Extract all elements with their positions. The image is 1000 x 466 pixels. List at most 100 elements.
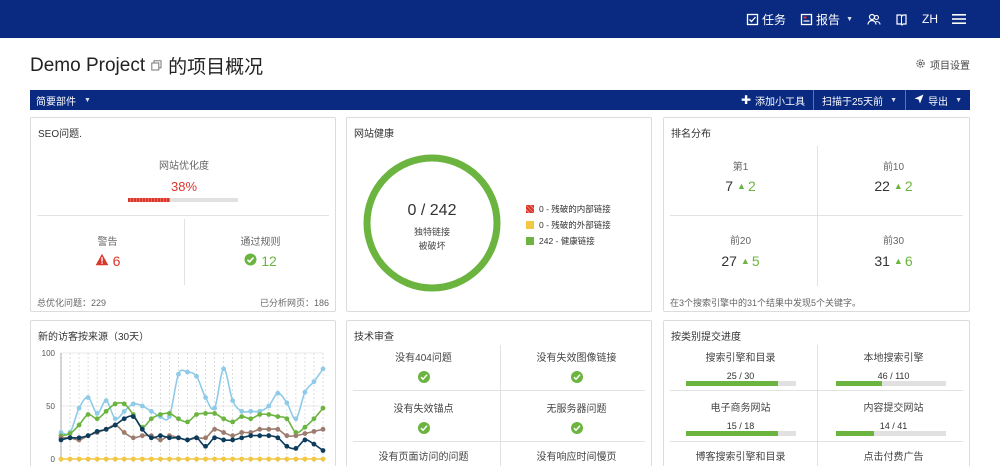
divider (353, 441, 645, 442)
scan-dropdown[interactable]: 扫描于25天前 ▼ (813, 90, 905, 110)
data-point (302, 456, 308, 462)
data-point (94, 416, 100, 422)
legend-label: 0 - 残破的内部链接 (539, 204, 611, 214)
nav-menu[interactable] (952, 13, 966, 25)
submission-label: 搜索引擎和目录 (705, 353, 776, 364)
add-widget-label: 添加小工具 (755, 96, 805, 108)
rank-top10-change: ▲ 2 (894, 178, 913, 194)
data-point (320, 405, 326, 411)
check-circle-icon (570, 422, 583, 434)
y-tick-label: 50 (46, 402, 55, 411)
submission-blog-search[interactable]: 博客搜索引擎和目录 (664, 448, 817, 463)
data-point (221, 437, 227, 443)
page-title: Demo Project 的项目概况 (30, 52, 263, 79)
rank-top1[interactable]: 7 ▲ 2 (664, 178, 817, 194)
data-point (248, 456, 254, 462)
data-point (157, 437, 163, 443)
tech-check-label: 没有响应时间慢页 (536, 452, 617, 463)
submission-card-title: 按类别提交进度 (671, 332, 741, 343)
rank-top30-value: 31 (874, 253, 890, 269)
data-point (76, 435, 82, 441)
data-point (194, 456, 199, 462)
tasks-icon (746, 13, 759, 26)
copy-icon[interactable] (151, 60, 162, 71)
widgets-dropdown[interactable]: 简要部件 ▼ (36, 90, 91, 110)
submission-ppc[interactable]: 点击付费广告 (817, 448, 970, 463)
submission-local-search[interactable]: 本地搜索引擎 46 / 110 (817, 349, 970, 381)
data-point (266, 426, 272, 432)
nav-tasks[interactable]: 任务 (746, 11, 786, 28)
nav-help[interactable] (895, 13, 908, 26)
submission-search-engines[interactable]: 搜索引擎和目录 25 / 30 (664, 349, 817, 381)
check-circle-icon (417, 371, 430, 383)
submission-progress-text: 25 / 30 (726, 371, 755, 381)
top-navigation-bar: 任务 报告 ▼ ZH (0, 0, 1000, 38)
nav-users[interactable] (867, 13, 881, 26)
data-point (203, 395, 208, 400)
data-point (103, 398, 109, 404)
data-point (284, 456, 290, 462)
optimization-progress-bar (128, 198, 238, 202)
rank-top10[interactable]: 22 ▲ 2 (817, 178, 970, 194)
data-point (76, 422, 82, 428)
tech-check-broken-images[interactable]: 没有失效图像链接 (500, 349, 653, 384)
data-point (311, 456, 317, 462)
data-point (167, 456, 172, 462)
divider (37, 215, 329, 216)
chevron-down-icon: ▼ (890, 96, 898, 104)
add-widget-button[interactable]: ✚ 添加小工具 (733, 90, 813, 110)
data-point (293, 433, 299, 439)
data-point (248, 433, 254, 439)
submission-progress-bar (686, 381, 796, 386)
health-donut-ring (363, 154, 501, 292)
submission-ecommerce[interactable]: 电子商务网站 15 / 18 (664, 399, 817, 431)
nav-reports[interactable]: 报告 ▼ (800, 11, 853, 28)
rank-top30[interactable]: 31 ▲ 6 (817, 253, 970, 269)
check-circle-icon (417, 422, 430, 434)
data-point (85, 412, 91, 417)
data-point (203, 411, 208, 416)
data-point (139, 403, 145, 409)
tech-check-page-access[interactable]: 没有页面访问的问题 (347, 448, 500, 463)
submission-progress-fill (686, 431, 778, 436)
submission-label: 内容提交网站 (863, 403, 924, 414)
data-point (121, 408, 127, 414)
submission-progress-fill (836, 381, 882, 386)
tech-check-broken-anchors[interactable]: 没有失效锚点 (347, 400, 500, 435)
legend-broken-external: 0 - 残破的外部链接 (526, 219, 611, 231)
submission-label: 点击付费广告 (863, 452, 924, 463)
passed-rules-stat[interactable]: 12 (184, 253, 337, 269)
data-point (139, 456, 145, 462)
total-issues-value: 229 (91, 298, 107, 308)
data-point (257, 412, 263, 417)
data-point (194, 373, 199, 379)
rank-change-value: 6 (904, 253, 913, 269)
tech-check-slow-pages[interactable]: 没有响应时间慢页 (500, 448, 653, 463)
nav-language[interactable]: ZH (922, 12, 938, 26)
data-point (203, 456, 208, 462)
project-settings-label: 项目设置 (930, 61, 970, 72)
rank-top30-label: 前30 (882, 236, 905, 247)
submission-content-sites[interactable]: 内容提交网站 14 / 41 (817, 399, 970, 431)
total-issues-label: 总优化问题： (37, 298, 92, 308)
warnings-stat[interactable]: 6 (31, 253, 184, 269)
data-point (185, 419, 190, 425)
submission-progress-text: 15 / 18 (726, 421, 755, 431)
tech-check-404[interactable]: 没有404问题 (347, 349, 500, 384)
export-button[interactable]: 导出 ▼ (905, 90, 970, 110)
warning-icon (95, 253, 109, 269)
data-point (148, 416, 154, 422)
health-donut-chart (363, 154, 501, 292)
data-point (94, 411, 100, 416)
data-point (230, 419, 236, 425)
legend-healthy: 242 - 健康链接 (526, 235, 595, 247)
legend-label: 242 - 健康链接 (539, 236, 595, 246)
rank-top20[interactable]: 27 ▲ 5 (664, 253, 817, 269)
data-point (185, 369, 190, 375)
site-health-card: 网站健康 0 / 242 独特链接 被破坏 0 - 残破的内部链接 0 - 残破… (346, 117, 652, 312)
project-settings-link[interactable]: 项目设置 (915, 57, 970, 72)
data-point (293, 416, 299, 422)
chevron-down-icon: ▼ (846, 15, 853, 23)
health-caption-line1: 独特链接 (413, 227, 450, 237)
tech-check-server[interactable]: 无服务器问题 (500, 400, 653, 435)
